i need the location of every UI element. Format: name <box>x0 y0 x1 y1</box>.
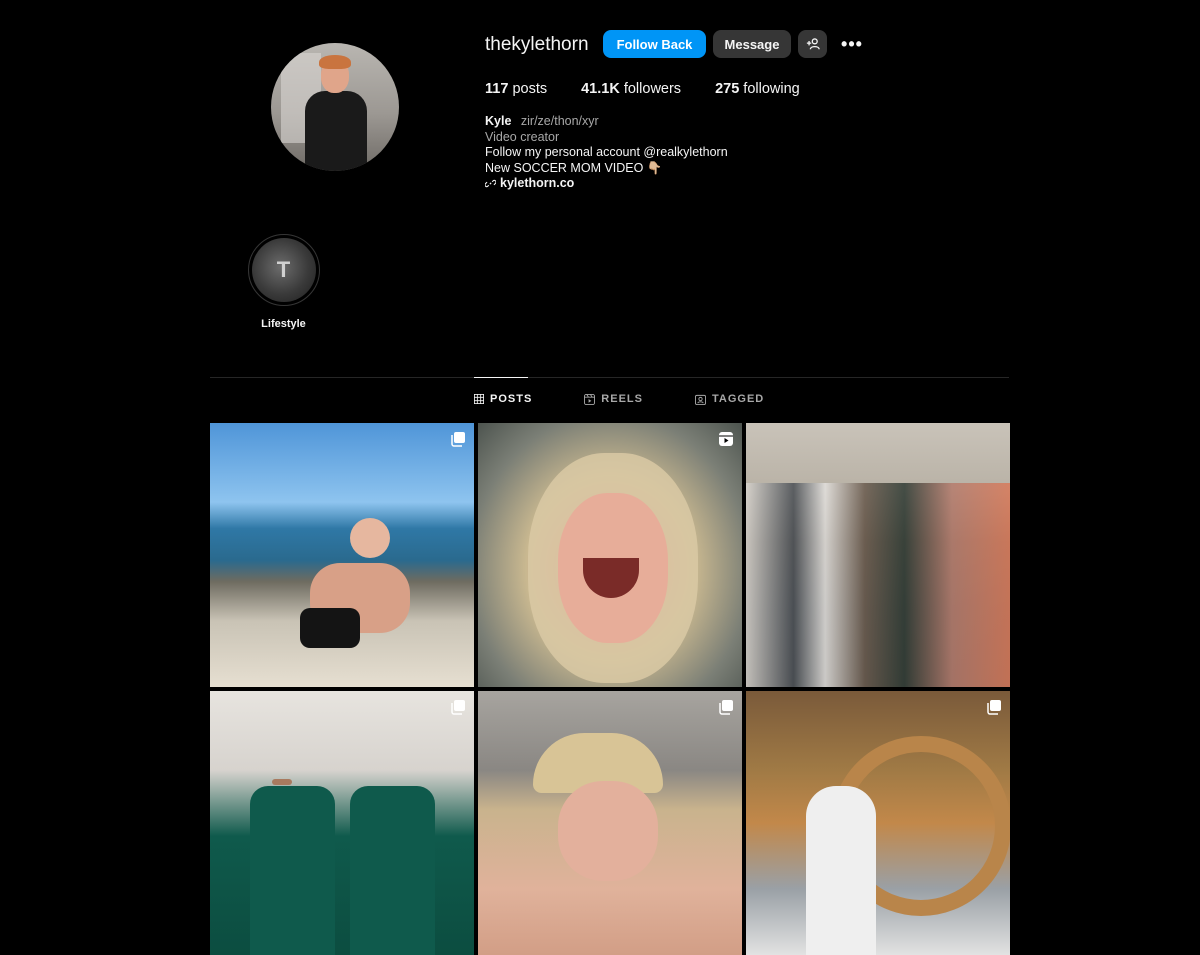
post-tile[interactable] <box>478 423 742 687</box>
post-tile[interactable] <box>746 423 1010 687</box>
message-button[interactable]: Message <box>713 30 791 58</box>
tab-posts[interactable]: POSTS <box>474 393 532 405</box>
tab-reels[interactable]: REELS <box>584 393 643 405</box>
profile-stats: 117 posts 41.1K followers 275 following <box>485 81 834 97</box>
carousel-icon <box>451 700 465 715</box>
story-highlight[interactable]: T Lifestyle <box>247 234 320 330</box>
grid-icon <box>474 394 484 404</box>
reel-icon <box>719 432 733 446</box>
link-icon <box>485 180 496 188</box>
bio-link-text: kylethorn.co <box>500 176 575 190</box>
suggested-users-button[interactable] <box>798 30 827 58</box>
reels-icon <box>584 393 596 405</box>
followers-stat[interactable]: 41.1K followers <box>581 81 681 97</box>
post-figure <box>350 786 435 955</box>
posts-label: posts <box>512 81 548 97</box>
profile-avatar[interactable] <box>271 43 399 171</box>
tesla-logo-icon: T <box>276 257 291 282</box>
tab-tagged-label: TAGGED <box>711 393 765 405</box>
followers-count: 41.1K <box>581 81 620 97</box>
posts-stat: 117 posts <box>485 81 547 97</box>
tab-tagged[interactable]: TAGGED <box>694 393 765 405</box>
profile-bio: Kyle zir/ze/thon/xyr Video creator Follo… <box>485 114 728 192</box>
post-tile[interactable] <box>210 423 474 687</box>
tab-posts-label: POSTS <box>490 393 533 405</box>
posts-grid <box>210 423 1010 955</box>
post-tile[interactable] <box>478 691 742 955</box>
carousel-icon <box>719 700 733 715</box>
post-figure <box>350 518 390 558</box>
following-label: following <box>743 81 800 97</box>
bio-link[interactable]: kylethorn.co <box>485 176 728 192</box>
highlight-label: Lifestyle <box>261 318 306 330</box>
avatar-body <box>305 91 367 171</box>
bio-pronouns: zir/ze/thon/xyr <box>520 114 599 128</box>
add-user-icon <box>806 38 820 50</box>
profile-username: thekylethorn <box>485 34 589 55</box>
bio-name: Kyle <box>485 114 512 128</box>
following-stat[interactable]: 275 following <box>715 81 800 97</box>
post-figure <box>300 608 360 648</box>
post-figure <box>250 786 335 955</box>
tabs-divider <box>210 377 1009 378</box>
profile-tabs: POSTS REELS TAGGED <box>474 393 816 405</box>
bio-category: Video creator <box>485 129 560 144</box>
post-figure <box>558 781 658 881</box>
bio-line-1: Follow my personal account @realkylethor… <box>485 145 728 159</box>
more-icon: ••• <box>841 33 863 54</box>
following-count: 275 <box>715 81 740 97</box>
carousel-icon <box>451 432 465 447</box>
bio-line-2: New SOCCER MOM VIDEO 👇🏼 <box>485 160 663 175</box>
bio-name-row: Kyle zir/ze/thon/xyr <box>485 114 728 130</box>
active-tab-indicator <box>474 377 528 378</box>
post-tile[interactable] <box>210 691 474 955</box>
followers-label: followers <box>623 81 682 97</box>
follow-back-button[interactable]: Follow Back <box>603 30 706 58</box>
posts-count: 117 <box>485 81 509 97</box>
post-figure <box>806 786 876 955</box>
tagged-icon <box>694 394 706 405</box>
highlight-ring: T <box>247 234 320 306</box>
tab-reels-label: REELS <box>601 393 643 405</box>
post-figure <box>272 779 292 785</box>
carousel-icon <box>987 700 1001 715</box>
more-options-button[interactable]: ••• <box>838 30 866 58</box>
post-figure <box>746 483 1010 687</box>
post-figure <box>280 791 310 801</box>
post-tile[interactable] <box>746 691 1010 955</box>
avatar-hair <box>319 55 351 69</box>
highlight-cover: T <box>251 238 316 302</box>
